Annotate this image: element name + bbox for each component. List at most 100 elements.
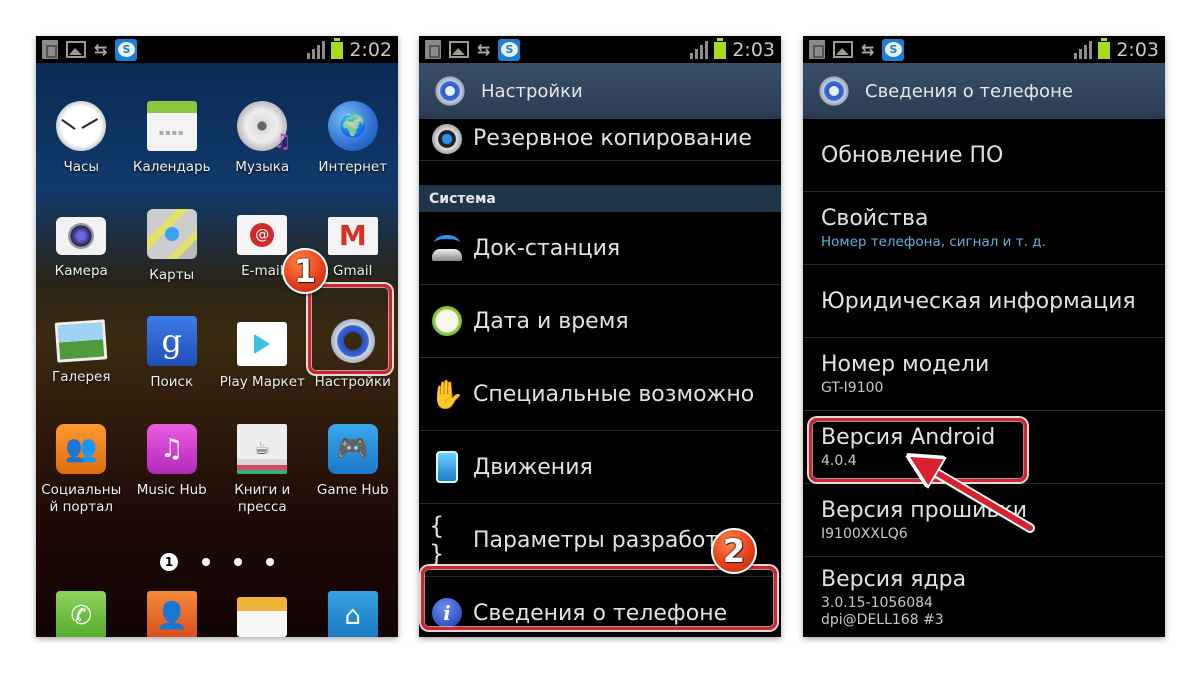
step-badge-2: 2 [711,528,757,574]
app-grid: Часы ▪▪▪▪ Календарь Музыка 🌍 Интернет Ка… [36,101,398,531]
settings-item-dock[interactable]: Док-станция [419,212,781,285]
dock: ✆ Телефон 👤 Контакты Сообщения ⌂ Домой [36,591,398,637]
page-dot-current[interactable]: 1 [160,553,178,571]
dock-contacts[interactable]: 👤 Контакты [127,591,218,637]
clock-icon [56,101,107,151]
screenshot-icon [66,41,86,58]
app-internet[interactable]: 🌍 Интернет [308,101,399,209]
status-time: 2:03 [732,38,775,61]
sd-card-icon [809,40,825,59]
page-dot[interactable] [202,558,210,566]
globe-icon: 🌍 [327,101,378,151]
page-indicator[interactable]: 1 [36,553,398,571]
page-dot[interactable] [234,558,242,566]
info-item-legal[interactable]: Юридическая информация [803,265,1165,338]
app-camera[interactable]: Камера [36,209,127,317]
gmail-icon: M [327,216,378,255]
info-item-software-update[interactable]: Обновление ПО [803,119,1165,192]
info-item-model-number: Номер модели GT-I9100 [803,338,1165,411]
skype-icon: S [115,38,138,61]
app-game-hub[interactable]: 🎮 Game Hub [308,423,399,532]
app-maps[interactable]: Карты [127,208,218,317]
action-bar: Сведения о телефоне [803,63,1165,119]
maps-icon [146,208,197,259]
books-press-icon: ☕ [237,423,288,474]
app-play-market[interactable]: Play Маркет [217,316,308,424]
app-search[interactable]: g Поиск [127,316,218,424]
status-bar: ⇆ S 2:02 [36,36,398,63]
screenshot-icon [833,41,853,58]
settings-gear-icon [328,316,378,366]
status-bar: ⇆ S 2:03 [419,36,781,63]
contacts-icon: 👤 [146,591,197,637]
screenshot-icon [449,41,469,58]
status-bar: ⇆ S 2:03 [803,36,1165,63]
section-header-system: Система [419,185,781,212]
signal-icon [1074,40,1093,59]
battery-icon [331,38,344,59]
info-item-status[interactable]: Свойства Номер телефона, сигнал и т. д. [803,192,1165,265]
game-hub-icon: 🎮 [327,423,378,474]
action-bar: Настройки [419,63,781,119]
app-calendar[interactable]: ▪▪▪▪ Календарь [127,101,218,209]
settings-item-accessibility[interactable]: ✋ Специальные возможно [419,358,781,431]
calendar-icon: ▪▪▪▪ [146,101,197,151]
dock-phone[interactable]: ✆ Телефон [36,591,127,637]
signal-icon [690,40,709,59]
home-screen-panel: ⇆ S 2:02 Часы ▪▪▪▪ Календарь Музыка 🌍 [36,36,398,637]
phone-icon: ✆ [56,591,107,637]
app-music[interactable]: Музыка [217,101,308,209]
wallpaper: Часы ▪▪▪▪ Календарь Музыка 🌍 Интернет Ка… [36,63,398,637]
sync-icon: ⇆ [477,39,491,59]
sync-icon: ⇆ [861,39,875,59]
settings-gear-icon [819,76,849,106]
info-item-kernel-version: Версия ядра 3.0.15-1056084 dpi@DELL168 #3 [821,567,967,628]
status-time: 2:03 [1116,38,1159,61]
settings-item-about-phone[interactable]: i Сведения о телефоне [419,577,781,637]
music-icon [237,101,291,153]
email-icon: @ [237,214,288,255]
camera-icon [56,216,107,255]
app-music-hub[interactable]: ♫ Music Hub [127,423,218,532]
app-books-press[interactable]: ☕ Книги и пресса [217,423,308,532]
status-time: 2:02 [349,38,392,61]
accessibility-hand-icon: ✋ [429,377,465,411]
developer-options-icon: { } [429,512,447,568]
play-store-icon [237,322,288,366]
phone-info-panel: ⇆ S 2:03 Сведения о телефоне Обновление … [803,36,1165,637]
sd-card-icon [425,40,441,59]
info-item-baseband-version: Версия прошивки I9100XXLQ6 [803,484,1165,557]
backup-icon [432,123,462,154]
info-item-android-version[interactable]: Версия Android 4.0.4 [803,411,1165,484]
music-hub-icon: ♫ [146,423,197,474]
social-hub-icon: 👥 [56,423,107,474]
sd-card-icon [42,40,58,59]
app-clock[interactable]: Часы [36,101,127,209]
battery-icon [714,38,727,59]
signal-icon [307,40,326,59]
page-title: Сведения о телефоне [865,80,1073,102]
app-settings[interactable]: Настройки [308,316,399,424]
dock-home[interactable]: ⌂ Домой [308,591,399,637]
phone-info-list: Обновление ПО Свойства Номер телефона, с… [803,119,1165,637]
settings-item-date-time[interactable]: Дата и время [419,285,781,358]
settings-gear-icon [435,76,465,106]
settings-item-backup[interactable]: Резервное копирование [419,117,781,161]
sync-icon: ⇆ [94,39,108,59]
page-dot[interactable] [266,558,274,566]
motion-icon [436,451,458,483]
dock-messages[interactable]: Сообщения [217,591,308,637]
app-gallery[interactable]: Галерея [36,316,127,424]
settings-item-motion[interactable]: Движения [419,431,781,504]
app-social-hub[interactable]: 👥 Социальны й портал [36,423,127,532]
battery-icon [1098,38,1111,59]
dock-station-icon [432,235,462,261]
home-icon: ⌂ [327,591,378,637]
info-icon: i [432,598,462,628]
skype-icon: S [882,38,905,61]
gallery-icon [54,319,108,363]
google-search-icon: g [146,316,197,366]
skype-icon: S [498,38,521,61]
messages-icon [237,597,288,637]
